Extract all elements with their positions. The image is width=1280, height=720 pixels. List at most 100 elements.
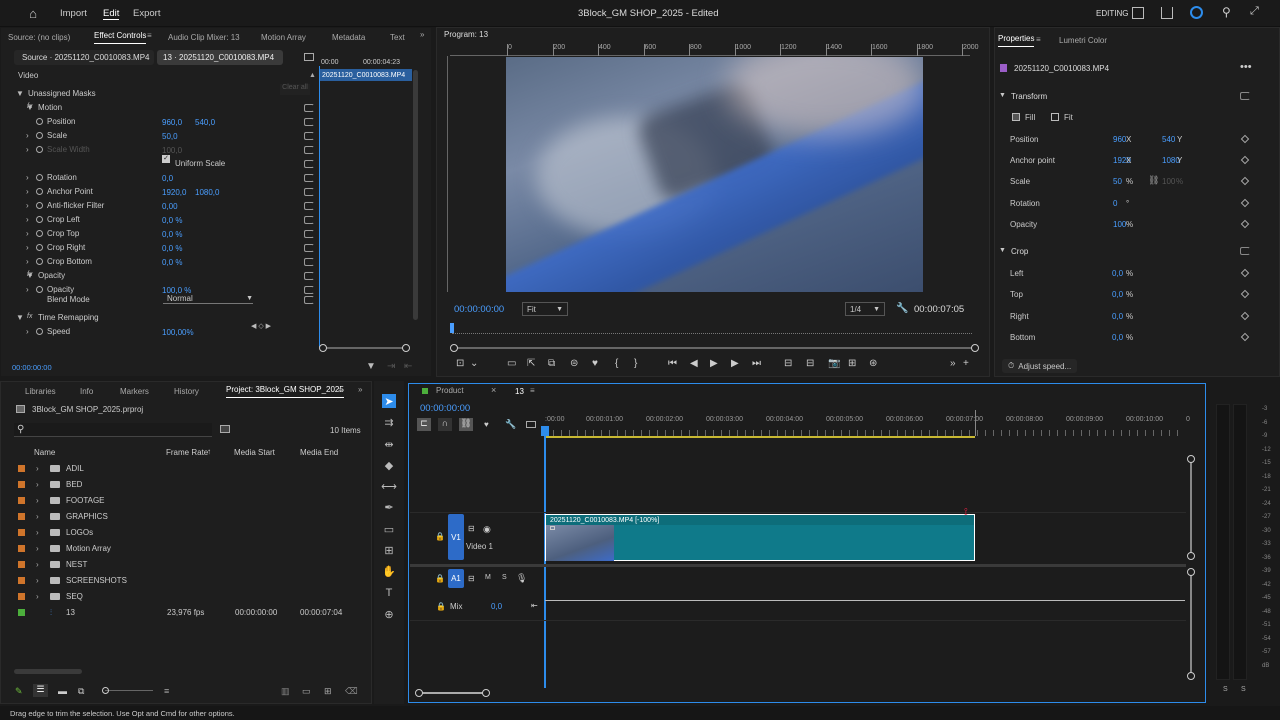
adjust-speed-button[interactable]: ⏱ Adjust speed... xyxy=(1002,359,1078,373)
tab-project[interactable]: Project: 3Block_GM SHOP_2025 xyxy=(226,381,344,398)
prop-scale-value[interactable]: 50 xyxy=(1113,177,1122,186)
expand-chevron-icon[interactable]: ▼ xyxy=(16,89,24,98)
workspace-icon[interactable] xyxy=(1132,7,1144,19)
menu-import[interactable]: Import xyxy=(60,8,87,19)
proxy-icon[interactable]: ⊜ xyxy=(570,358,578,369)
tab-source[interactable]: Source: (no clips) xyxy=(8,27,70,47)
list-item[interactable]: Motion Array xyxy=(66,544,111,553)
pen-tool-icon[interactable]: ✒ xyxy=(382,500,396,514)
reset-parameter-icon[interactable] xyxy=(304,174,314,182)
expand-chevron-icon[interactable]: › xyxy=(26,229,29,238)
timeline-settings-icon[interactable]: 🔧 xyxy=(505,419,516,430)
stopwatch-icon[interactable] xyxy=(36,258,43,265)
reset-parameter-icon[interactable] xyxy=(304,244,314,252)
reset-parameter-icon[interactable] xyxy=(304,104,314,112)
new-bin-from-search-icon[interactable] xyxy=(220,425,230,433)
step-back-icon[interactable]: ◀ xyxy=(690,358,698,369)
close-tab-icon[interactable]: × xyxy=(491,385,496,395)
label-color-swatch[interactable] xyxy=(18,577,25,584)
mix-value[interactable]: 0,0 xyxy=(491,602,502,611)
speed-keyframe-nav[interactable]: ◀ ◇ ▶ xyxy=(251,322,271,330)
new-item-icon[interactable]: ⊞ xyxy=(324,686,332,697)
uniform-scale-checkbox[interactable]: ✓ xyxy=(162,155,170,163)
menu-edit[interactable]: Edit xyxy=(103,8,120,20)
label-color-swatch[interactable] xyxy=(18,561,25,568)
timeline-vscroll-upper-top[interactable] xyxy=(1187,455,1195,463)
lift-icon[interactable]: ⊟ xyxy=(784,358,792,369)
mix-lock-icon[interactable]: 🔒 xyxy=(436,602,446,611)
track-a1-toggle[interactable]: A1 xyxy=(448,569,464,588)
prop-position-y-value[interactable]: 540 xyxy=(1162,135,1175,144)
expand-chevron-icon[interactable]: › xyxy=(36,560,39,569)
fit-select[interactable]: Fit ▼ xyxy=(522,302,568,316)
list-item[interactable]: SCREENSHOTS xyxy=(66,576,127,585)
mark-in-icon[interactable]: { xyxy=(615,358,618,369)
effect-param-value[interactable]: 0,0 % xyxy=(162,244,182,253)
more-controls-icon[interactable]: » xyxy=(950,358,956,369)
stopwatch-icon[interactable] xyxy=(36,230,43,237)
stopwatch-icon[interactable] xyxy=(36,286,43,293)
expand-chevron-icon[interactable]: › xyxy=(26,187,29,196)
solo-right-button[interactable]: S xyxy=(1241,686,1246,693)
snap-icon[interactable]: ⊏ xyxy=(417,418,431,431)
timeline-vscroll-upper[interactable] xyxy=(1190,458,1192,556)
stopwatch-icon[interactable] xyxy=(36,118,43,125)
prop-rotation-value[interactable]: 0 xyxy=(1113,199,1117,208)
reset-parameter-icon[interactable] xyxy=(304,188,314,196)
prop-opacity-value[interactable]: 100 xyxy=(1113,220,1126,229)
home-icon[interactable]: ⌂ xyxy=(26,6,40,21)
timeline-vscroll-lower[interactable] xyxy=(1190,572,1192,676)
list-item[interactable]: ADIL xyxy=(66,464,84,473)
reset-parameter-icon[interactable] xyxy=(304,216,314,224)
effect-param-value[interactable]: 1920,0 xyxy=(162,188,186,197)
reset-parameter-icon[interactable] xyxy=(304,160,314,168)
list-item[interactable]: SEQ xyxy=(66,592,83,601)
stopwatch-icon[interactable] xyxy=(36,328,43,335)
ec-export-icon[interactable]: ⇥ xyxy=(387,361,395,372)
tab-properties[interactable]: Properties xyxy=(998,30,1035,47)
camera-icon[interactable]: 📷 xyxy=(828,358,840,369)
clear-icon[interactable]: ⌫ xyxy=(345,686,358,697)
expand-chevron-icon[interactable]: › xyxy=(36,592,39,601)
ec-scrollbar[interactable] xyxy=(413,70,418,320)
fx-icon[interactable]: fx xyxy=(27,313,32,320)
captions-icon[interactable] xyxy=(526,421,536,428)
razor-tool-icon[interactable]: ◆ xyxy=(382,458,396,472)
expand-chevron-icon[interactable]: › xyxy=(26,257,29,266)
sync-lock-icon[interactable]: ⊟ xyxy=(468,524,475,533)
reset-parameter-icon[interactable] xyxy=(304,230,314,238)
timeline-vscroll-lower-bottom[interactable] xyxy=(1187,672,1195,680)
reset-parameter-icon[interactable] xyxy=(304,272,314,280)
expand-chevron-icon[interactable]: › xyxy=(36,464,39,473)
sort-icon[interactable]: ≡ xyxy=(164,686,169,696)
expand-chevron-icon[interactable]: › xyxy=(36,496,39,505)
pencil-icon[interactable]: ✎ xyxy=(15,686,23,697)
crop-bottom-value[interactable]: 0,0 xyxy=(1112,333,1123,342)
crop-left-value[interactable]: 0,0 xyxy=(1112,269,1123,278)
stopwatch-icon[interactable] xyxy=(36,146,43,153)
quick-export-icon[interactable] xyxy=(1161,7,1173,19)
transform-chevron-icon[interactable]: ▼ xyxy=(999,92,1006,99)
list-view-icon[interactable]: ☰ xyxy=(33,684,48,697)
prop-scale-width-value[interactable]: 100 xyxy=(1162,177,1175,186)
tab-product[interactable]: Product xyxy=(422,386,464,395)
effect-param-value[interactable]: 0,0 xyxy=(162,174,173,183)
stopwatch-icon[interactable] xyxy=(36,202,43,209)
automate-icon[interactable]: ▥ xyxy=(281,686,290,697)
stopwatch-icon[interactable] xyxy=(36,216,43,223)
project-hscroll[interactable] xyxy=(14,669,82,674)
reset-parameter-icon[interactable] xyxy=(304,258,314,266)
tab-effect-controls[interactable]: Effect Controls xyxy=(94,27,147,44)
expand-chevron-icon[interactable]: › xyxy=(26,173,29,182)
fx-icon[interactable]: fx xyxy=(27,271,32,278)
generative-tool-icon[interactable]: ⊞ xyxy=(382,543,396,557)
list-item[interactable]: NEST xyxy=(66,560,87,569)
extract-icon[interactable]: ⊟ xyxy=(806,358,814,369)
link-icon[interactable]: ⛓ xyxy=(1148,175,1159,186)
label-color-swatch[interactable] xyxy=(18,545,25,552)
expand-chevron-icon[interactable]: › xyxy=(26,145,29,154)
ec-clip-bar[interactable]: 20251120_C0010083.MP4 xyxy=(319,69,412,81)
label-color-swatch[interactable] xyxy=(18,609,25,616)
a1-sync-icon[interactable]: ⊟ xyxy=(468,574,475,583)
effect-param-value[interactable]: 0,0 % xyxy=(162,216,182,225)
